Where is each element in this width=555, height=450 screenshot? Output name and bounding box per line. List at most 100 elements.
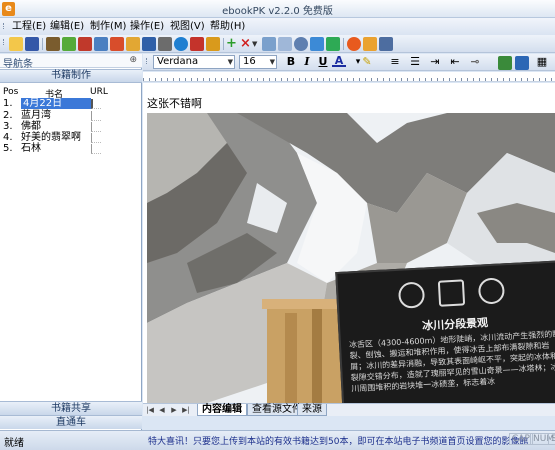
brush-icon[interactable] xyxy=(206,37,220,51)
font-select[interactable]: Verdana ▼ xyxy=(153,55,235,69)
eraser-icon[interactable] xyxy=(190,37,204,51)
prev-tab-icon[interactable]: ◀ xyxy=(157,405,167,415)
list-item[interactable]: 4. 好美的翡翠啊 xyxy=(3,132,138,143)
column-url[interactable]: URL xyxy=(90,87,108,97)
web-icon[interactable] xyxy=(174,37,188,51)
chevron-down-icon: ▼ xyxy=(227,58,233,66)
row-url[interactable] xyxy=(91,122,101,132)
font-value: Verdana xyxy=(157,56,199,67)
open-folder-icon[interactable] xyxy=(9,37,23,51)
panel-title: 导航条 xyxy=(3,59,33,70)
row-index: 4. xyxy=(3,132,13,143)
menu-help[interactable]: 帮助(H) xyxy=(208,19,247,34)
book-share-button[interactable]: 书籍共享 xyxy=(0,401,142,415)
tab-strip: |◀ ◀ ▶ ▶| 内容编辑 查看源文件 来源 xyxy=(143,403,555,416)
link-icon[interactable]: ⊸ xyxy=(468,55,482,69)
import-icon[interactable] xyxy=(94,37,108,51)
pdf-icon[interactable] xyxy=(110,37,124,51)
add-icon[interactable]: + xyxy=(226,36,237,52)
sign-title: 冰川分段景观 xyxy=(421,316,489,333)
cut-icon[interactable] xyxy=(262,37,276,51)
menu-operate[interactable]: 操作(E) xyxy=(128,19,166,34)
menu-grip-icon xyxy=(3,23,7,29)
list-item[interactable]: 2. 蓝月湾 xyxy=(3,110,138,121)
refresh-icon[interactable] xyxy=(310,37,324,51)
outdent-icon[interactable]: ⇤ xyxy=(448,55,462,69)
size-value: 16 xyxy=(243,56,256,67)
row-url[interactable] xyxy=(91,133,101,143)
indent-icon[interactable]: ⇥ xyxy=(428,55,442,69)
menu-bar: 工程(E) 编辑(E) 制作(M) 操作(E) 视图(V) 帮助(H) xyxy=(0,18,555,35)
android-icon[interactable] xyxy=(62,37,76,51)
row-index: 1. xyxy=(3,98,13,109)
format-toolbar: Verdana ▼ 16 ▼ B I U A ▾ ✎ ≡ ☰ ⇥ ⇤ ⊸ ▦ xyxy=(143,54,555,71)
glacier-photo: 冰川分段景观 冰舌区（4300-4600m）地形陡峭，冰川流动产生强烈的断裂、刨… xyxy=(147,113,555,403)
row-url[interactable] xyxy=(91,111,101,121)
toolbar-separator xyxy=(42,38,43,50)
row-index: 2. xyxy=(3,110,13,121)
row-name: 石林 xyxy=(21,143,41,154)
sign-body: 冰舌区（4300-4600m）地形陡峭，冰川流动产生强烈的断裂、刨蚀、搬运和堆积… xyxy=(348,329,555,394)
row-name: 蓝月湾 xyxy=(21,110,51,121)
info-sign: 冰川分段景观 冰舌区（4300-4600m）地形陡峭，冰川流动产生强烈的断裂、刨… xyxy=(335,260,555,403)
find-icon[interactable] xyxy=(294,37,308,51)
section-book-make[interactable]: 书籍制作 xyxy=(0,69,142,83)
bold-icon[interactable]: B xyxy=(284,55,298,69)
list-item[interactable]: 1. 4月22日 xyxy=(3,98,138,109)
toolbar-separator xyxy=(223,38,224,50)
menu-make[interactable]: 制作(M) xyxy=(88,19,128,34)
toolbar-separator xyxy=(343,38,344,50)
insert-image-icon[interactable] xyxy=(498,56,512,70)
align-icon[interactable]: ≡ xyxy=(388,55,402,69)
column-pos[interactable]: Pos xyxy=(3,87,18,97)
bug-icon[interactable] xyxy=(78,37,92,51)
save-icon[interactable] xyxy=(25,37,39,51)
menu-edit[interactable]: 编辑(E) xyxy=(48,19,86,34)
pin-icon[interactable]: ⊕ xyxy=(129,55,137,65)
tab-content-edit[interactable]: 内容编辑 xyxy=(197,404,247,416)
tab-source[interactable]: 来源 xyxy=(297,404,327,416)
underline-icon[interactable]: U xyxy=(316,55,330,69)
sign-emblem-icon xyxy=(397,281,426,309)
menu-project[interactable]: 工程(E) xyxy=(10,19,48,34)
first-tab-icon[interactable]: |◀ xyxy=(145,405,155,415)
panel-header: 导航条 ⊕ xyxy=(0,54,142,70)
document-icon[interactable] xyxy=(158,37,172,51)
chevron-down-icon[interactable]: ▼ xyxy=(252,36,257,52)
highlight-icon[interactable]: ✎ xyxy=(360,55,374,69)
navigation-panel: 导航条 ⊕ 书籍制作 Pos 书名 URL 1. 4月22日 2. 蓝月湾 3.… xyxy=(0,54,142,430)
list-item[interactable]: 3. 佛都 xyxy=(3,121,138,132)
row-url[interactable] xyxy=(91,144,101,154)
table-icon[interactable]: ▦ xyxy=(535,55,549,69)
settings-icon[interactable] xyxy=(363,37,377,51)
list-icon[interactable]: ☰ xyxy=(408,55,422,69)
delete-icon[interactable]: × xyxy=(240,36,251,52)
next-tab-icon[interactable]: ▶ xyxy=(169,405,179,415)
firefox-icon[interactable] xyxy=(347,37,361,51)
status-message[interactable]: 特大喜讯！只要您上传到本站的有效书籍达到50本，即可在本站电子书频道首页设置您的… xyxy=(148,434,528,447)
font-color-icon[interactable]: A xyxy=(332,55,346,67)
package-icon[interactable] xyxy=(126,37,140,51)
last-tab-icon[interactable]: ▶| xyxy=(181,405,191,415)
row-url[interactable] xyxy=(91,99,101,109)
chevron-down-icon: ▼ xyxy=(269,58,275,66)
size-select[interactable]: 16 ▼ xyxy=(239,55,277,69)
direct-train-button[interactable]: 直通车 xyxy=(0,415,142,429)
ruler xyxy=(143,72,555,82)
list-item[interactable]: 5. 石林 xyxy=(3,143,138,154)
italic-icon[interactable]: I xyxy=(300,55,314,69)
screen-icon[interactable] xyxy=(379,37,393,51)
insert-picture-icon[interactable] xyxy=(515,56,529,70)
play-icon[interactable] xyxy=(326,37,340,51)
word-icon[interactable] xyxy=(142,37,156,51)
editor-area[interactable]: 这张不错啊 冰川分段景观 冰舌区（4300-4600m）地形陡峭，冰川流动产生强… xyxy=(143,83,555,403)
toolbar-grip-icon xyxy=(3,39,7,45)
sign-aaaaa-icon xyxy=(437,279,466,307)
row-name: 好美的翡翠啊 xyxy=(21,132,81,143)
tools-icon[interactable] xyxy=(46,37,60,51)
scroll-indicator: S xyxy=(548,433,555,445)
editor-text[interactable]: 这张不错啊 xyxy=(147,95,202,111)
row-index: 3. xyxy=(3,121,13,132)
menu-view[interactable]: 视图(V) xyxy=(168,19,207,34)
copy-icon[interactable] xyxy=(278,37,292,51)
